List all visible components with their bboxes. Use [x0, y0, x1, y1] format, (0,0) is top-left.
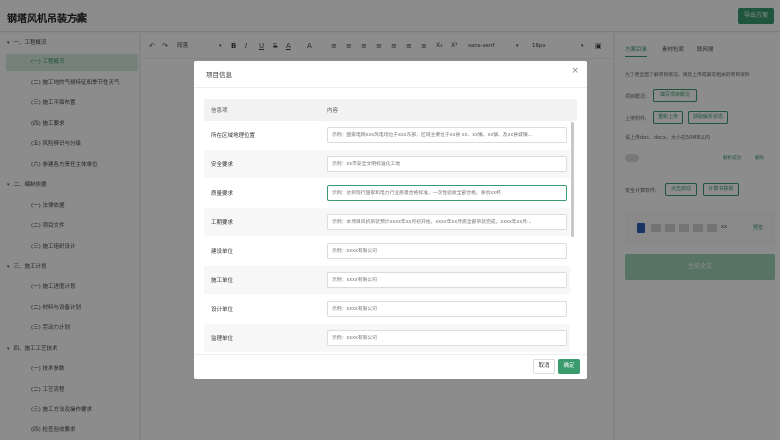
table-row: 施工单位	[204, 266, 570, 294]
design-unit-input[interactable]	[327, 301, 567, 317]
table-row: 建设单位	[204, 237, 570, 265]
row-label: 设计单位	[211, 307, 234, 313]
supervision-unit-input[interactable]	[327, 330, 567, 346]
divider	[194, 87, 587, 88]
cancel-button[interactable]: 取消	[533, 359, 555, 374]
confirm-button[interactable]: 确定	[558, 359, 580, 374]
table-row: 监理单位	[204, 324, 570, 352]
schedule-input[interactable]	[327, 214, 567, 230]
table-row: 安全要求	[204, 150, 570, 178]
row-label: 施工单位	[211, 278, 234, 284]
project-info-modal: 项目信息 × 信息项 内容 所在区域地理位置 安全要求 质量要求 工期要求 建设…	[194, 61, 587, 379]
table-row: 质量要求	[204, 179, 570, 207]
row-label: 工期要求	[211, 220, 234, 226]
row-label: 所在区域地理位置	[211, 133, 256, 139]
table-header: 信息项 内容	[204, 99, 577, 121]
quality-input[interactable]	[327, 185, 567, 201]
safety-input[interactable]	[327, 156, 567, 172]
scrollbar[interactable]	[571, 122, 574, 237]
close-icon[interactable]: ×	[571, 66, 579, 76]
row-label: 建设单位	[211, 249, 234, 255]
column-header-field: 信息项	[211, 108, 228, 114]
location-input[interactable]	[327, 127, 567, 143]
divider	[194, 354, 587, 355]
row-label: 质量要求	[211, 191, 234, 197]
row-label: 监理单位	[211, 336, 234, 342]
table-row: 工期要求	[204, 208, 570, 236]
construction-unit-input[interactable]	[327, 272, 567, 288]
owner-unit-input[interactable]	[327, 243, 567, 259]
row-label: 安全要求	[211, 162, 234, 168]
column-header-content: 内容	[327, 108, 339, 114]
modal-title: 项目信息	[206, 71, 232, 79]
table-row: 设计单位	[204, 295, 570, 323]
table-row: 所在区域地理位置	[204, 121, 570, 149]
